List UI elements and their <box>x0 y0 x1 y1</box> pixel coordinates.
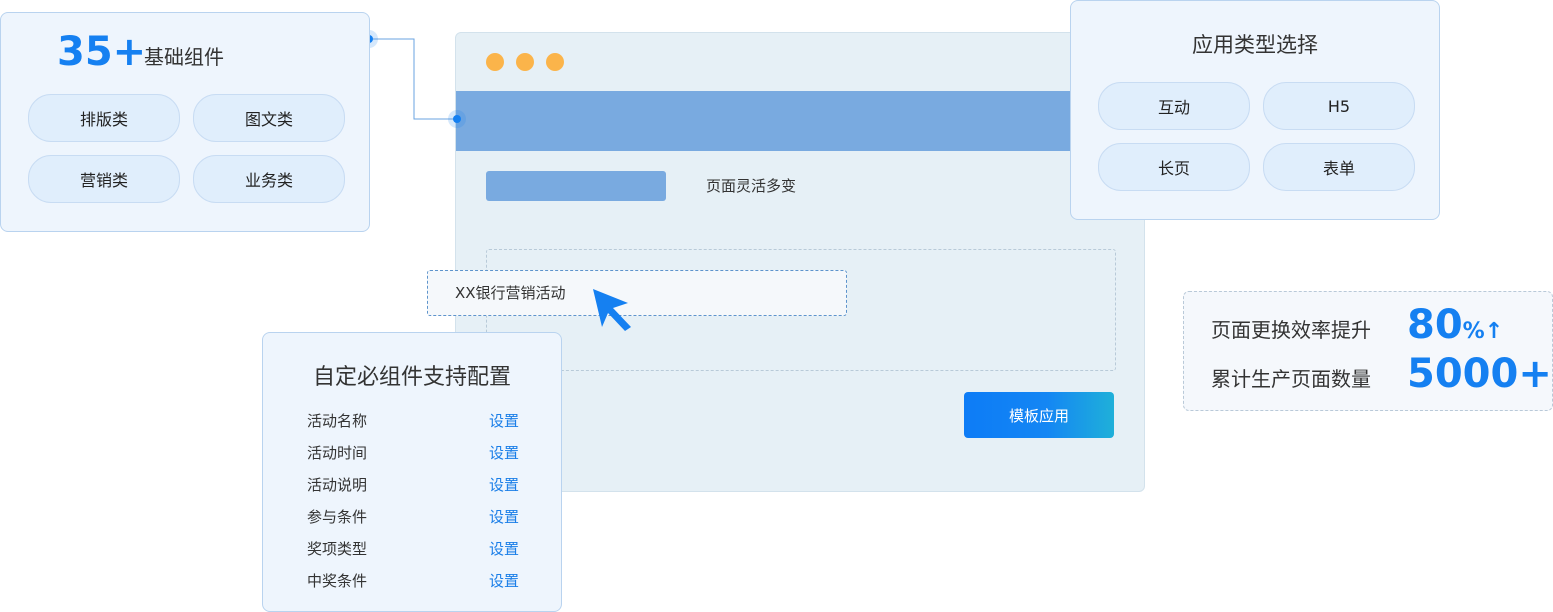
config-row-label: 活动名称 <box>307 412 368 430</box>
config-set-link[interactable]: 设置 <box>489 538 519 559</box>
category-pill-layout[interactable]: 排版类 <box>28 94 180 142</box>
efficiency-number: 80 <box>1407 302 1463 348</box>
config-row-label: 活动时间 <box>307 444 368 462</box>
type-option-form[interactable]: 表单 <box>1263 143 1415 191</box>
config-card: 自定必组件支持配置 活动名称 设置 活动时间 设置 活动说明 设置 参与条件 设… <box>262 332 562 612</box>
config-row: 参与条件 设置 <box>307 506 519 528</box>
window-dot-icon <box>546 53 564 71</box>
config-row-label: 奖项类型 <box>307 540 368 558</box>
efficiency-suffix: %↑ <box>1462 319 1504 344</box>
type-option-long-page[interactable]: 长页 <box>1098 143 1250 191</box>
category-pill-marketing[interactable]: 营销类 <box>28 155 180 203</box>
connector-line <box>360 30 466 128</box>
window-dot-icon <box>486 53 504 71</box>
config-set-link[interactable]: 设置 <box>489 570 519 591</box>
config-row: 活动说明 设置 <box>307 474 519 496</box>
type-option-h5[interactable]: H5 <box>1263 82 1415 130</box>
window-dot-icon <box>516 53 534 71</box>
config-row: 活动时间 设置 <box>307 442 519 464</box>
window-header-bar <box>456 91 1144 151</box>
activity-name-input[interactable]: XX银行营销活动 <box>427 270 847 316</box>
pointer-cursor-icon <box>593 289 631 331</box>
stats-card: 页面更换效率提升 80%↑ 累计生产页面数量 5000+ <box>1183 291 1553 411</box>
app-type-title: 应用类型选择 <box>1192 33 1318 57</box>
config-row: 活动名称 设置 <box>307 410 519 432</box>
config-row: 中奖条件 设置 <box>307 570 519 592</box>
config-set-link[interactable]: 设置 <box>489 410 519 431</box>
placeholder-block <box>486 171 666 201</box>
config-row-label: 参与条件 <box>307 508 368 526</box>
basic-components-card: 35+ 基础组件 排版类 图文类 营销类 业务类 <box>0 12 370 232</box>
config-row: 奖项类型 设置 <box>307 538 519 560</box>
type-option-interactive[interactable]: 互动 <box>1098 82 1250 130</box>
config-row-label: 中奖条件 <box>307 572 368 590</box>
app-type-card: 应用类型选择 互动 H5 长页 表单 <box>1070 0 1440 220</box>
category-pill-graphic[interactable]: 图文类 <box>193 94 345 142</box>
category-pill-business[interactable]: 业务类 <box>193 155 345 203</box>
config-set-link[interactable]: 设置 <box>489 506 519 527</box>
component-count: 35+ <box>57 29 147 75</box>
pages-label: 累计生产页面数量 <box>1211 367 1371 391</box>
efficiency-value: 80%↑ <box>1407 302 1503 348</box>
config-row-label: 活动说明 <box>307 476 368 494</box>
component-count-label: 基础组件 <box>144 45 224 69</box>
flex-page-text: 页面灵活多变 <box>706 177 797 195</box>
config-set-link[interactable]: 设置 <box>489 474 519 495</box>
pages-value: 5000+ <box>1407 351 1552 397</box>
apply-template-button[interactable]: 模板应用 <box>964 392 1114 438</box>
config-title: 自定必组件支持配置 <box>312 365 511 390</box>
config-set-link[interactable]: 设置 <box>489 442 519 463</box>
efficiency-label: 页面更换效率提升 <box>1211 318 1371 342</box>
